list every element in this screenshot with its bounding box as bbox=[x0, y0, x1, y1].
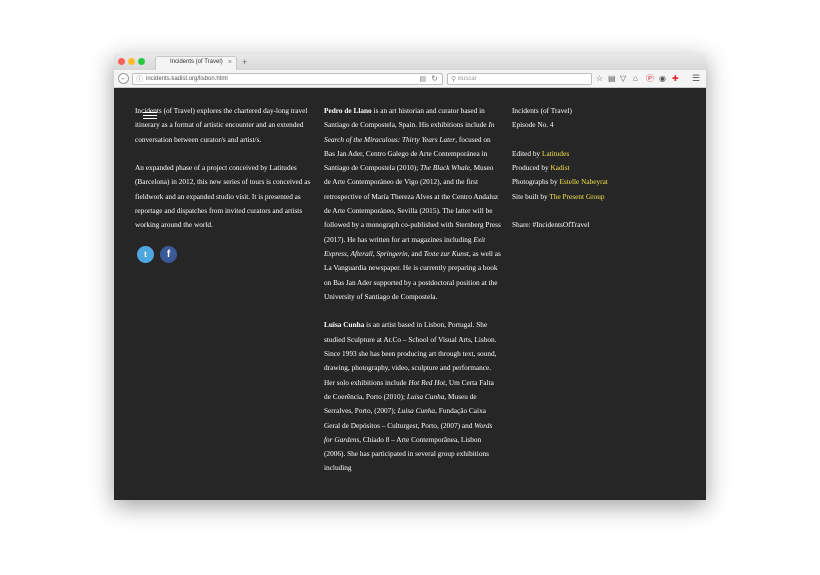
bio-title: Luisa Cunha bbox=[397, 406, 436, 416]
reload-icon[interactable]: ↻ bbox=[431, 74, 438, 83]
bookmark-star-icon[interactable]: ☆ bbox=[596, 74, 603, 84]
extension-icon[interactable]: ◉ bbox=[659, 74, 666, 84]
present-group-link[interactable]: The Present Group bbox=[549, 192, 604, 201]
nav-toolbar: ← ⓘ incidents.kadist.org/lisbon.html ▤ ↻… bbox=[114, 70, 706, 88]
intro-lead: Incidents (of Travel) bbox=[135, 106, 195, 115]
bio-column: Pedro de Llano is an art historian and c… bbox=[324, 104, 502, 490]
photographer-link[interactable]: Estelle Nabeyrat bbox=[559, 177, 607, 186]
search-input[interactable] bbox=[458, 74, 588, 84]
info-icon[interactable]: ⓘ bbox=[136, 75, 143, 84]
url-bar[interactable]: ⓘ incidents.kadist.org/lisbon.html ▤ ↻ bbox=[132, 73, 443, 85]
close-window-button[interactable] bbox=[118, 58, 125, 65]
kadist-link[interactable]: Kadist bbox=[551, 163, 570, 172]
new-tab-button[interactable]: + bbox=[242, 57, 247, 67]
search-icon: ⚲ bbox=[451, 76, 457, 83]
bio-luisa-cunha: Luisa Cunha is an artist based in Lisbon… bbox=[324, 318, 502, 475]
share-hashtag: Share: #IncidentsOfTravel bbox=[512, 220, 590, 230]
page-content: Incidents (of Travel) explores the chart… bbox=[114, 88, 706, 500]
photos-label: Photographs by bbox=[512, 177, 560, 187]
search-bar[interactable]: ⚲ bbox=[447, 73, 592, 85]
pinterest-icon[interactable]: Ⓟ bbox=[646, 74, 654, 84]
bio-title: The Black Whale bbox=[420, 163, 470, 173]
intro-column: Incidents (of Travel) explores the chart… bbox=[135, 104, 311, 247]
pocket-icon[interactable]: ▽ bbox=[620, 74, 626, 84]
episode-number: Episode No. 4 bbox=[512, 120, 554, 130]
bio-text: , and bbox=[407, 248, 424, 258]
latitudes-link[interactable]: Latitudes bbox=[542, 149, 569, 158]
series-title: Incidents (of Travel) bbox=[512, 106, 572, 115]
bio-text: , Museo de Arte Contemporáneo de Vigo (2… bbox=[324, 163, 501, 244]
episode-block: Incidents (of Travel) Episode No. 4 bbox=[512, 104, 692, 133]
credits-column: Incidents (of Travel) Episode No. 4 Edite… bbox=[512, 104, 692, 247]
tab-active[interactable]: Incidents (of Travel) × bbox=[155, 56, 237, 70]
url-text[interactable]: incidents.kadist.org/lisbon.html bbox=[146, 75, 228, 84]
menu-icon[interactable]: ☰ bbox=[692, 73, 700, 83]
bio-name: Luisa Cunha bbox=[324, 320, 365, 330]
bio-name: Pedro de Llano bbox=[324, 106, 372, 115]
bio-title: Springerin bbox=[376, 248, 408, 258]
zoom-window-button[interactable] bbox=[138, 58, 145, 65]
facebook-icon[interactable]: f bbox=[160, 246, 177, 263]
browser-window: Incidents (of Travel) × + ← ⓘ incidents.… bbox=[114, 54, 706, 500]
project-paragraph: An expanded phase of a project conceived… bbox=[135, 163, 311, 230]
addon-icon[interactable]: ✚ bbox=[672, 74, 679, 84]
tab-bar: Incidents (of Travel) × + bbox=[114, 54, 706, 70]
home-icon[interactable]: ⌂ bbox=[633, 74, 638, 84]
bio-pedro-de-llano: Pedro de Llano is an art historian and c… bbox=[324, 104, 502, 304]
back-icon[interactable]: ← bbox=[118, 73, 129, 84]
minimize-window-button[interactable] bbox=[128, 58, 135, 65]
bio-title: Hot Red Hot bbox=[408, 377, 446, 387]
bio-title: Luisa Cunha bbox=[406, 391, 445, 401]
reader-view-icon[interactable]: ▤ bbox=[419, 75, 426, 84]
twitter-icon[interactable]: t bbox=[137, 246, 154, 263]
edited-label: Edited by bbox=[512, 148, 542, 158]
intro-paragraph: Incidents (of Travel) explores the chart… bbox=[135, 104, 311, 147]
produced-label: Produced by bbox=[512, 163, 551, 173]
bio-title: Texte zur Kunst bbox=[423, 248, 469, 258]
reading-list-icon[interactable]: ▤ bbox=[608, 74, 616, 84]
tab-title: Incidents (of Travel) bbox=[170, 59, 223, 65]
tab-close-icon[interactable]: × bbox=[228, 58, 232, 67]
credits-block: Edited by Latitudes Produced by Kadist P… bbox=[512, 147, 692, 204]
site-label: Site built by bbox=[512, 191, 550, 201]
bio-title: Afterall bbox=[350, 248, 373, 258]
